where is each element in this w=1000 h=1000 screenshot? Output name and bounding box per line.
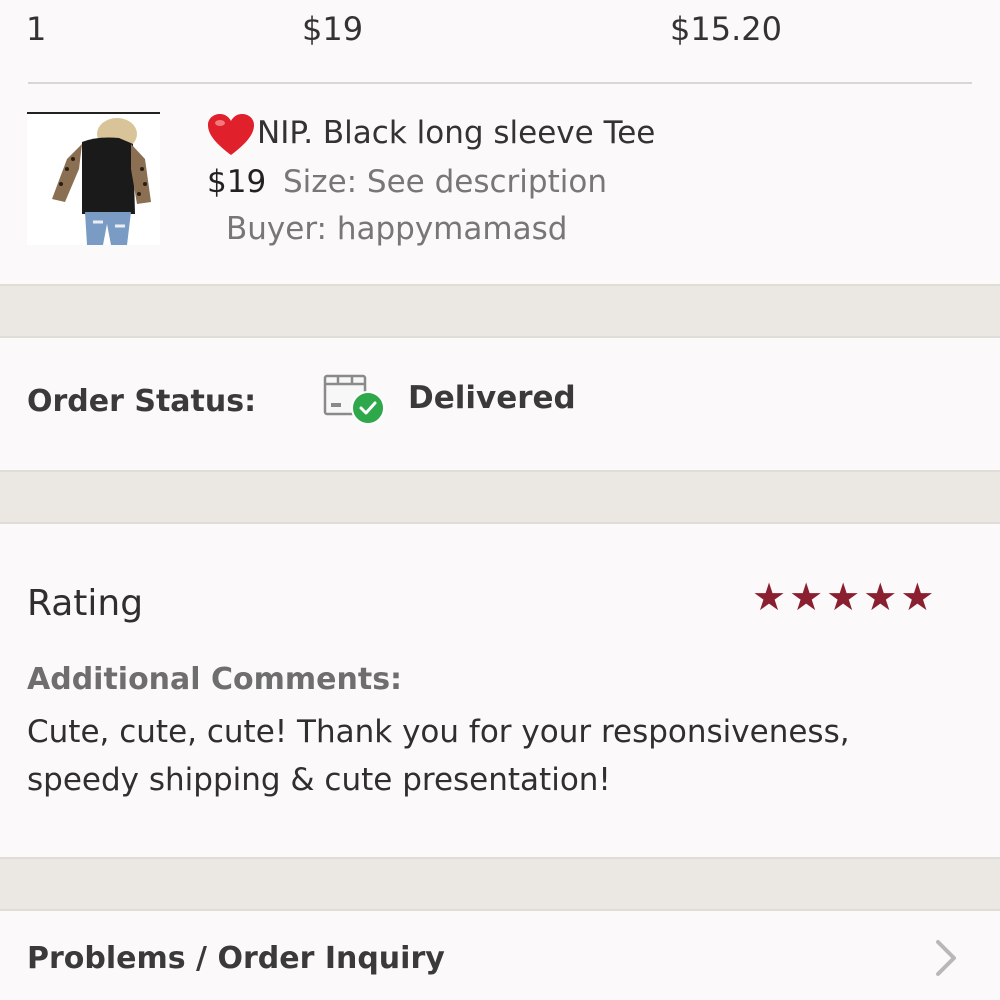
delivered-box-check-icon xyxy=(322,370,386,426)
heart-icon xyxy=(207,113,255,161)
rating-title: Rating xyxy=(27,583,144,624)
order-status-value: Delivered xyxy=(408,380,576,416)
earnings-value: $15.20 xyxy=(670,10,782,48)
section-divider xyxy=(0,284,1000,338)
comments-text: Cute, cute, cute! Thank you for your res… xyxy=(27,714,850,798)
quantity-value: 1 xyxy=(26,10,47,48)
comments-label: Additional Comments: xyxy=(27,662,403,697)
star-icon: ★ xyxy=(900,575,935,619)
star-icon: ★ xyxy=(789,575,824,619)
price-value: $19 xyxy=(302,10,364,48)
star-icon: ★ xyxy=(863,575,898,619)
item-price: $19 xyxy=(207,164,267,200)
section-divider xyxy=(0,857,1000,911)
order-inquiry-label[interactable]: Problems / Order Inquiry xyxy=(27,941,445,976)
item-size: Size: See description xyxy=(283,164,607,200)
star-icon: ★ xyxy=(826,575,861,619)
item-thumbnail[interactable] xyxy=(27,112,160,245)
separator-line xyxy=(28,82,972,84)
section-divider xyxy=(0,470,1000,524)
product-image xyxy=(27,114,160,245)
order-status-label: Order Status: xyxy=(27,384,257,419)
item-title[interactable]: NIP. Black long sleeve Tee xyxy=(257,115,655,151)
rating-stars: ★ ★ ★ ★ ★ xyxy=(752,578,934,616)
chevron-right-icon[interactable] xyxy=(930,936,960,990)
item-buyer[interactable]: Buyer: happymamasd xyxy=(226,211,567,247)
star-icon: ★ xyxy=(752,575,787,619)
